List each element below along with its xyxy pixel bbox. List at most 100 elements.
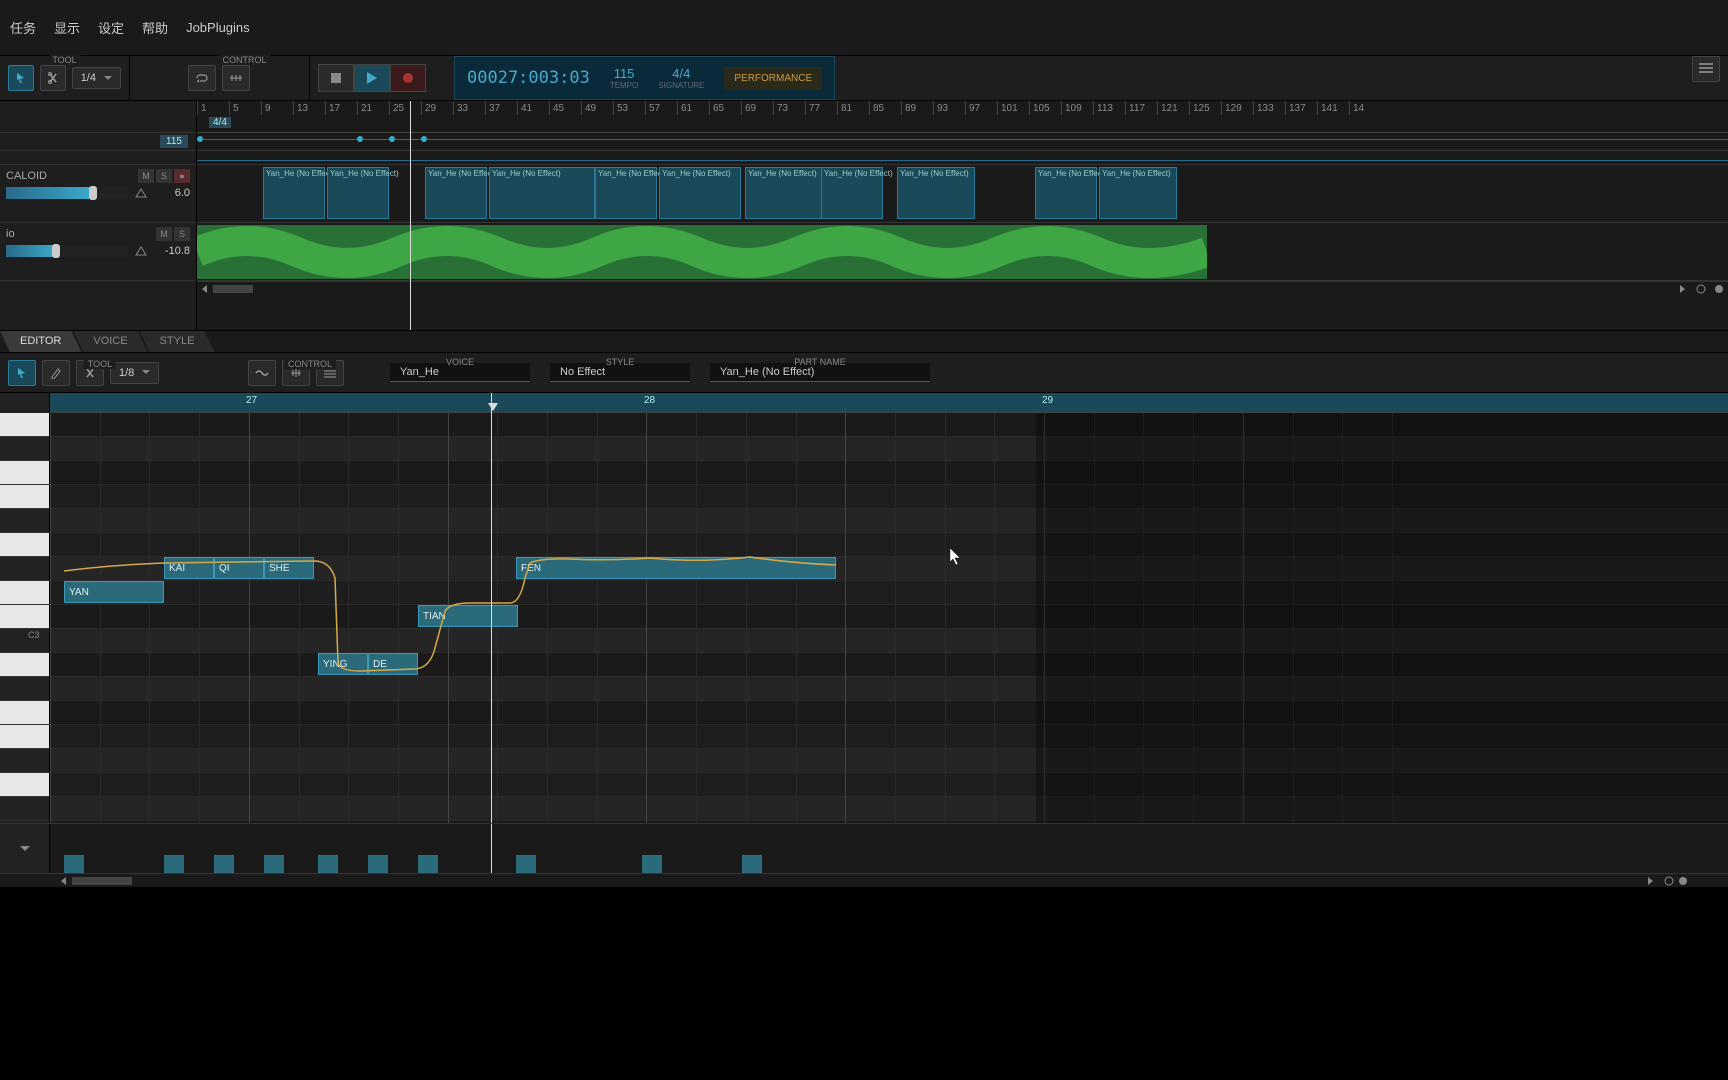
note[interactable]: YAN [64, 581, 164, 603]
velocity-bar[interactable] [318, 855, 338, 873]
solo-button[interactable]: S [174, 227, 190, 241]
snap-button[interactable] [222, 65, 250, 91]
scroll-left-icon[interactable] [60, 877, 68, 885]
zoom-fill-icon[interactable] [1678, 876, 1688, 886]
vocaloid-clip[interactable]: Yan_He (No Effect) [425, 167, 487, 219]
menu-help[interactable]: 帮助 [142, 18, 168, 37]
pencil-tool[interactable] [42, 360, 70, 386]
vocaloid-clip[interactable]: Yan_He (No Effect) [595, 167, 657, 219]
tempo-value[interactable]: 115 [614, 66, 635, 81]
arrow-tool[interactable] [8, 360, 36, 386]
pointer-tool[interactable] [8, 65, 34, 91]
quantize-dropdown[interactable]: 1/4 [72, 67, 121, 89]
pan-icon[interactable] [134, 245, 148, 257]
piano-key[interactable] [0, 485, 49, 509]
scroll-right-icon[interactable] [1646, 877, 1654, 885]
velocity-bar[interactable] [368, 855, 388, 873]
tab-style[interactable]: STYLE [140, 331, 215, 352]
piano-key[interactable]: C3 [0, 629, 49, 653]
vocaloid-clip[interactable]: Yan_He (No Effect) [327, 167, 389, 219]
menu-tasks[interactable]: 任务 [10, 18, 36, 37]
menu-display[interactable]: 显示 [54, 18, 80, 37]
velocity-bar[interactable] [264, 855, 284, 873]
stop-button[interactable] [318, 64, 354, 92]
editor-quantize-dropdown[interactable]: 1/8 [110, 362, 159, 384]
audio-clip[interactable]: 摄影艺术中空 [197, 225, 1207, 279]
velocity-bar[interactable] [164, 855, 184, 873]
vocaloid-clip[interactable]: Yan_He (No Effect) [489, 167, 595, 219]
velocity-bar[interactable] [516, 855, 536, 873]
vocaloid-clip[interactable]: Yan_He (No Effect) [1099, 167, 1177, 219]
arrangement-content[interactable]: 1591317212529333741454953576165697377818… [197, 101, 1728, 330]
vocaloid-track-header[interactable]: CALOID M S ● 6.0 [0, 165, 196, 223]
velocity-bar[interactable] [64, 855, 84, 873]
tab-editor[interactable]: EDITOR [0, 331, 81, 352]
pan-icon[interactable] [134, 187, 148, 199]
note[interactable]: KAI [164, 557, 214, 579]
playhead[interactable] [410, 101, 411, 330]
piano-key[interactable] [0, 773, 49, 797]
signature-marker[interactable]: 4/4 [209, 117, 231, 128]
note[interactable]: YING [318, 653, 368, 675]
loop-button[interactable] [188, 65, 216, 91]
piano-key[interactable] [0, 581, 49, 605]
solo-button[interactable]: S [156, 169, 172, 183]
scrollbar-thumb[interactable] [213, 285, 253, 293]
zoom-circle-icon[interactable] [1664, 876, 1674, 886]
volume-slider[interactable] [6, 187, 128, 199]
piano-key[interactable] [0, 797, 49, 821]
piano-key[interactable] [0, 509, 49, 533]
bottom-scrollbar[interactable] [0, 873, 1728, 887]
piano-key[interactable] [0, 461, 49, 485]
mute-button[interactable]: M [156, 227, 172, 241]
velocity-selector[interactable] [0, 824, 50, 873]
vocaloid-clip[interactable]: Yan_He (No Effect) [659, 167, 741, 219]
arm-record-button[interactable]: ● [174, 169, 190, 183]
mute-button[interactable]: M [138, 169, 154, 183]
piano-keyboard[interactable]: C3 [0, 393, 50, 823]
note[interactable]: QI [214, 557, 264, 579]
velocity-bar[interactable] [642, 855, 662, 873]
piano-key[interactable] [0, 533, 49, 557]
tempo-marker[interactable]: 115 [160, 135, 188, 148]
scrollbar-thumb[interactable] [72, 877, 132, 885]
zoom-circle-icon[interactable] [1696, 284, 1706, 294]
vocaloid-clip[interactable]: Yan_He (No Effect) [1035, 167, 1097, 219]
scroll-left-icon[interactable] [201, 285, 209, 293]
zoom-fill-icon[interactable] [1714, 284, 1724, 294]
vibrato-icon[interactable] [248, 360, 276, 386]
note[interactable]: SHE [264, 557, 314, 579]
tab-voice[interactable]: VOICE [73, 331, 147, 352]
vocaloid-clip[interactable]: Yan_He (No Effect) [821, 167, 883, 219]
play-button[interactable] [354, 64, 390, 92]
vocaloid-clip[interactable]: Yan_He (No Effect) [897, 167, 975, 219]
piano-roll-ruler[interactable]: 272829 [50, 393, 1728, 413]
piano-key[interactable] [0, 653, 49, 677]
piano-roll-content[interactable]: 272829 YANKAIQISHEYINGDETIANFEN [50, 393, 1728, 823]
audio-track-header[interactable]: io M S -10.8 [0, 223, 196, 281]
record-button[interactable] [390, 64, 426, 92]
piano-key[interactable] [0, 557, 49, 581]
piano-key[interactable] [0, 725, 49, 749]
timeline-ruler[interactable]: 1591317212529333741454953576165697377818… [197, 101, 1728, 133]
audio-track-lane[interactable]: 摄影艺术中空 [197, 223, 1728, 281]
playhead[interactable] [491, 393, 492, 823]
piano-key[interactable] [0, 701, 49, 725]
scroll-right-icon[interactable] [1678, 285, 1686, 293]
piano-key[interactable] [0, 413, 49, 437]
scissors-tool[interactable] [40, 65, 66, 91]
menu-settings[interactable]: 设定 [98, 18, 124, 37]
velocity-bar[interactable] [418, 855, 438, 873]
vocaloid-clip[interactable]: Yan_He (No Effect) [263, 167, 325, 219]
piano-key[interactable] [0, 677, 49, 701]
signature-value[interactable]: 4/4 [672, 66, 690, 81]
velocity-bar[interactable] [214, 855, 234, 873]
horizontal-scrollbar[interactable] [197, 281, 1728, 295]
menu-jobplugins[interactable]: JobPlugins [186, 20, 250, 35]
velocity-content[interactable] [50, 824, 1728, 873]
piano-key[interactable] [0, 749, 49, 773]
piano-key[interactable] [0, 437, 49, 461]
note[interactable]: TIAN [418, 605, 518, 627]
velocity-bar[interactable] [742, 855, 762, 873]
piano-key[interactable] [0, 605, 49, 629]
